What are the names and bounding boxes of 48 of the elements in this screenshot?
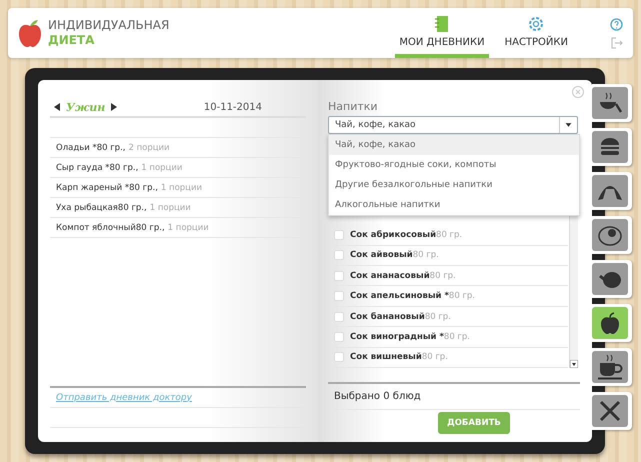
diary-entry: Компот яблочный80 гр., 1 порции: [50, 218, 306, 238]
checkbox[interactable]: [334, 230, 344, 240]
next-arrow-icon[interactable]: [111, 103, 118, 111]
help-icon[interactable]: [610, 18, 623, 30]
food-item: Сок банановый80 гр.: [350, 312, 451, 322]
category-tab[interactable]: [592, 304, 632, 342]
logo-text: ИНДИВИДУАЛЬНАЯ: [48, 18, 170, 33]
category-select[interactable]: Чай, кофе, какао: [328, 116, 578, 134]
diary-entry: Сыр гауда *80 гр., 1 порции: [50, 158, 306, 178]
meal-title: Ужин: [66, 100, 106, 114]
scroll-down-icon[interactable]: [570, 360, 578, 368]
dropdown-option[interactable]: Фруктово-ягодные соки, компоты: [329, 155, 579, 175]
diary-entry: Уха рыбацкая80 гр., 1 порции: [50, 198, 306, 218]
checkbox[interactable]: [334, 332, 344, 342]
category-tab[interactable]: [592, 128, 632, 166]
category-tab[interactable]: [592, 216, 632, 254]
dropdown-option[interactable]: Алкогольные напитки: [329, 195, 579, 215]
logo-text: ДИЕТА: [48, 33, 96, 48]
category-tab[interactable]: [592, 84, 632, 122]
dropdown-option[interactable]: Другие безалкогольные напитки: [329, 175, 579, 195]
diary-entry: Оладьи *80 гр., 2 порции: [50, 138, 306, 158]
category-tab[interactable]: [592, 392, 632, 430]
food-item: Сок апельсиновый *80 гр.: [350, 291, 476, 302]
food-item: Сок абрикосовый80 гр.: [350, 230, 462, 240]
checkbox[interactable]: [334, 312, 344, 322]
category-title: Напитки: [328, 100, 379, 115]
food-item: Сок вишневый80 гр.: [350, 352, 448, 362]
category-tab[interactable]: [592, 348, 632, 386]
selected-count: Выбрано 0 блюд: [328, 382, 580, 410]
diary-entry: Карп жареный *80 гр., 1 порции: [50, 178, 306, 198]
notebook-icon: [434, 15, 449, 33]
food-item: Сок айвовый80 гр.: [350, 250, 439, 260]
prev-arrow-icon[interactable]: [54, 103, 60, 111]
dropdown-option[interactable]: Чай, кофе, какао: [329, 135, 579, 155]
category-tab[interactable]: [592, 260, 632, 298]
nav-tab[interactable]: МОИ ДНЕВНИКИ: [395, 8, 489, 58]
apple-logo-icon: [18, 18, 42, 48]
category-tab[interactable]: [592, 172, 632, 210]
checkbox[interactable]: [334, 250, 344, 260]
diary-date: 10-11-2014: [204, 102, 262, 112]
coffee-cup-icon: [597, 354, 623, 380]
settings-icon: [527, 15, 546, 33]
checkbox[interactable]: [334, 291, 344, 302]
checkbox[interactable]: [334, 352, 344, 362]
food-item: Сок ананасовый80 гр.: [350, 270, 456, 281]
nav-tab[interactable]: НАСТРОЙКИ: [500, 8, 572, 58]
food-item: Сок виноградный *80 гр.: [350, 332, 470, 342]
checkbox[interactable]: [334, 270, 344, 281]
